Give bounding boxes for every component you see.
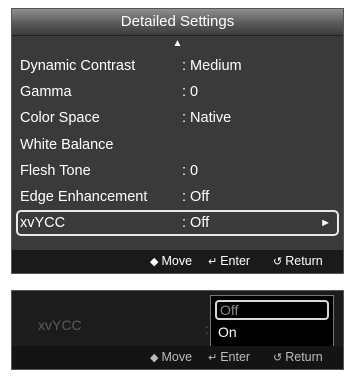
menu-item-edge-enhancement[interactable]: Edge Enhancement : Off <box>16 184 339 210</box>
help-return-label: Return <box>285 350 323 364</box>
menu-item-gamma[interactable]: Gamma : 0 <box>16 79 339 105</box>
submenu-arrow-icon: ► <box>320 217 331 229</box>
menu-item-value: : Off <box>182 189 210 205</box>
help-enter: ↵ Enter <box>208 250 250 274</box>
menu-item-flesh-tone[interactable]: Flesh Tone : 0 <box>16 158 339 184</box>
menu-item-label: xvYCC <box>20 215 66 231</box>
menu-item-white-balance[interactable]: White Balance <box>16 132 339 158</box>
menu-item-value: : Medium <box>182 58 242 74</box>
option-off[interactable]: Off <box>215 300 329 320</box>
menu-item-label: Dynamic Contrast <box>20 58 136 74</box>
return-icon: ↺ <box>273 256 283 268</box>
help-enter: ↵ Enter <box>208 346 250 370</box>
menu-item-label: White Balance <box>20 137 114 153</box>
return-icon: ↺ <box>273 352 283 364</box>
xvycc-dropdown[interactable]: Off On <box>210 295 334 347</box>
scroll-up-icon[interactable]: ▲ <box>12 38 343 50</box>
help-bar: ◆ Move ↵ Enter ↺ Return <box>12 346 343 369</box>
move-icon: ◆ <box>150 256 159 268</box>
enter-icon: ↵ <box>208 352 218 364</box>
settings-menu: ▲ Dynamic Contrast : Medium Gamma : 0 Co… <box>12 36 343 250</box>
option-on[interactable]: On <box>215 322 329 342</box>
move-icon: ◆ <box>150 352 159 364</box>
help-return: ↺ Return <box>273 250 323 274</box>
menu-item-label: Flesh Tone <box>20 163 91 179</box>
xvycc-option-panel: xvYCC : Off On ◆ Move ↵ Enter ↺ Return <box>11 290 344 370</box>
menu-item-value: : Native <box>182 110 232 126</box>
help-move-label: Move <box>161 254 193 268</box>
help-enter-label: Enter <box>220 350 251 364</box>
menu-item-dynamic-contrast[interactable]: Dynamic Contrast : Medium <box>16 53 339 79</box>
detailed-settings-panel: Detailed Settings ▲ Dynamic Contrast : M… <box>11 8 344 274</box>
menu-item-color-space[interactable]: Color Space : Native <box>16 105 339 131</box>
help-move: ◆ Move <box>150 346 192 370</box>
help-move-label: Move <box>161 350 193 364</box>
menu-item-value: : 0 <box>182 84 199 100</box>
help-return: ↺ Return <box>273 346 323 370</box>
help-enter-label: Enter <box>220 254 251 268</box>
menu-item-label: Edge Enhancement <box>20 189 148 205</box>
help-move: ◆ Move <box>150 250 192 274</box>
menu-item-value: : Off <box>182 215 210 231</box>
menu-item-xvycc[interactable]: xvYCC : Off ► <box>16 210 339 236</box>
panel-title: Detailed Settings <box>12 9 343 36</box>
help-return-label: Return <box>285 254 323 268</box>
option-area: xvYCC : Off On <box>12 291 343 347</box>
help-bar: ◆ Move ↵ Enter ↺ Return <box>12 250 343 273</box>
dimmed-setting-label: xvYCC <box>38 317 82 333</box>
menu-item-label: Gamma <box>20 84 72 100</box>
enter-icon: ↵ <box>208 256 218 268</box>
menu-item-label: Color Space <box>20 110 100 126</box>
dimmed-colon: : <box>205 321 209 337</box>
menu-item-value: : 0 <box>182 163 199 179</box>
